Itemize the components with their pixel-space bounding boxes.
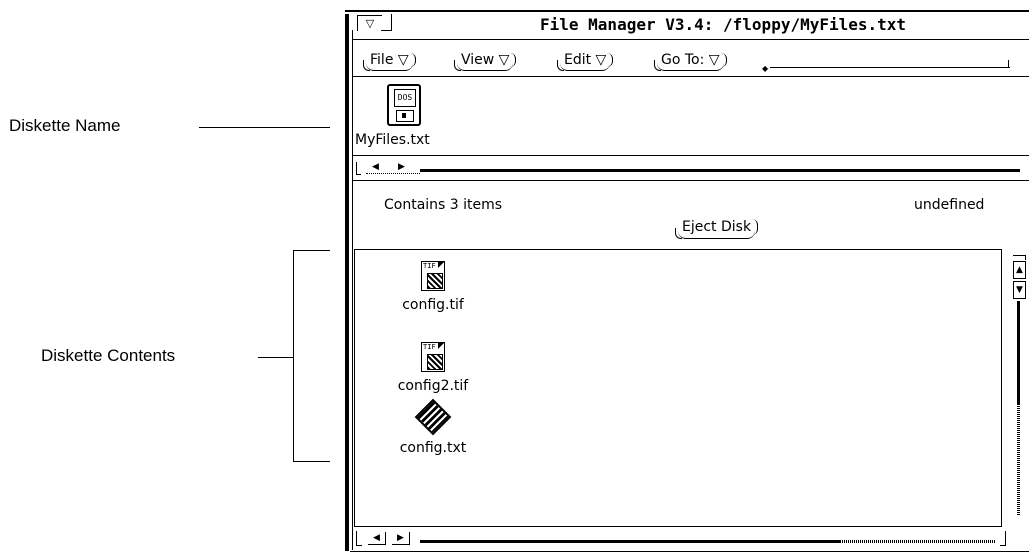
- scroll-left-icon[interactable]: ◀: [368, 532, 386, 545]
- eject-disk-button[interactable]: Eject Disk: [674, 217, 759, 239]
- window-title: File Manager V3.4: /floppy/MyFiles.txt: [540, 15, 907, 34]
- diskette-contents-pane[interactable]: TIF config.tif TIF config2.tif config.tx…: [354, 249, 1002, 527]
- callout-line-diskette-name: [199, 127, 330, 128]
- file-type-tag: TIF: [423, 343, 436, 351]
- diskette-shutter: [396, 110, 414, 122]
- window-menu-icon: ▽: [365, 17, 375, 30]
- contents-vertical-scrollbar[interactable]: ▲ ▼: [1013, 255, 1027, 535]
- scroll-left-icon[interactable]: ◀: [372, 161, 379, 173]
- horizontal-scroll-remainder[interactable]: [840, 540, 996, 543]
- view-menu-button[interactable]: View ▽: [453, 50, 517, 71]
- tif-file-icon: TIF: [421, 261, 445, 291]
- item-count-status: Contains 3 items: [384, 197, 503, 213]
- file-item[interactable]: TIF config2.tif: [378, 342, 488, 394]
- file-menu-button[interactable]: File ▽: [363, 50, 416, 71]
- window-menu-button[interactable]: ▽: [357, 14, 392, 31]
- scroll-track[interactable]: [420, 169, 1020, 172]
- scroll-arrows[interactable]: ◀ ▶: [366, 161, 420, 174]
- goto-path-field[interactable]: [770, 67, 1010, 68]
- goto-menu-button[interactable]: Go To: ▽: [654, 50, 727, 71]
- file-name: config.txt: [399, 440, 467, 456]
- status-separator: [353, 180, 1029, 181]
- scroll-down-icon[interactable]: ▼: [1013, 281, 1026, 299]
- file-type-tag: TIF: [423, 262, 436, 270]
- goto-field-end: [1008, 60, 1009, 68]
- callout-diskette-name: Diskette Name: [9, 116, 121, 135]
- scroll-right-icon[interactable]: ▶: [392, 532, 410, 545]
- menu-separator: [353, 76, 1029, 77]
- window-left-border: [345, 14, 349, 551]
- edit-menu-button[interactable]: Edit ▽: [556, 50, 614, 71]
- scroll-up-icon[interactable]: ▲: [1013, 261, 1026, 279]
- scrollbar-cap: [356, 162, 361, 175]
- disk-pane-horizontal-scrollbar[interactable]: ◀ ▶: [356, 160, 1020, 175]
- contents-horizontal-scrollbar[interactable]: ◀ ▶: [356, 531, 1006, 547]
- horizontal-scroll-track[interactable]: [420, 540, 840, 543]
- diskette-label: DOS: [394, 89, 416, 107]
- window-top-border: [345, 10, 1029, 12]
- diskette-icon[interactable]: DOS: [387, 84, 421, 126]
- file-name: config.tif: [402, 297, 464, 313]
- scroll-right-icon[interactable]: ▶: [398, 161, 405, 173]
- callout-diskette-contents: Diskette Contents: [41, 346, 176, 365]
- disk-pane-separator: [353, 155, 1029, 156]
- title-separator: [353, 39, 1029, 40]
- vertical-scroll-remainder[interactable]: [1017, 405, 1020, 515]
- callout-line-diskette-contents: [258, 357, 293, 358]
- text-file-icon: [414, 398, 452, 436]
- callout-bracket-top: [293, 250, 330, 251]
- file-item[interactable]: TIF config.tif: [378, 261, 488, 313]
- window-inner-border: [352, 30, 353, 550]
- file-item[interactable]: config.txt: [378, 398, 488, 456]
- window-bottom-border: [350, 551, 1029, 552]
- callout-bracket-bottom: [293, 461, 330, 462]
- goto-field-marker-icon: ◆: [762, 64, 769, 73]
- callout-bracket: [293, 250, 294, 462]
- diskette-name: MyFiles.txt: [355, 132, 430, 148]
- tif-file-icon: TIF: [421, 342, 445, 372]
- file-name: config2.tif: [397, 378, 469, 394]
- status-right-text: undefined: [914, 197, 985, 213]
